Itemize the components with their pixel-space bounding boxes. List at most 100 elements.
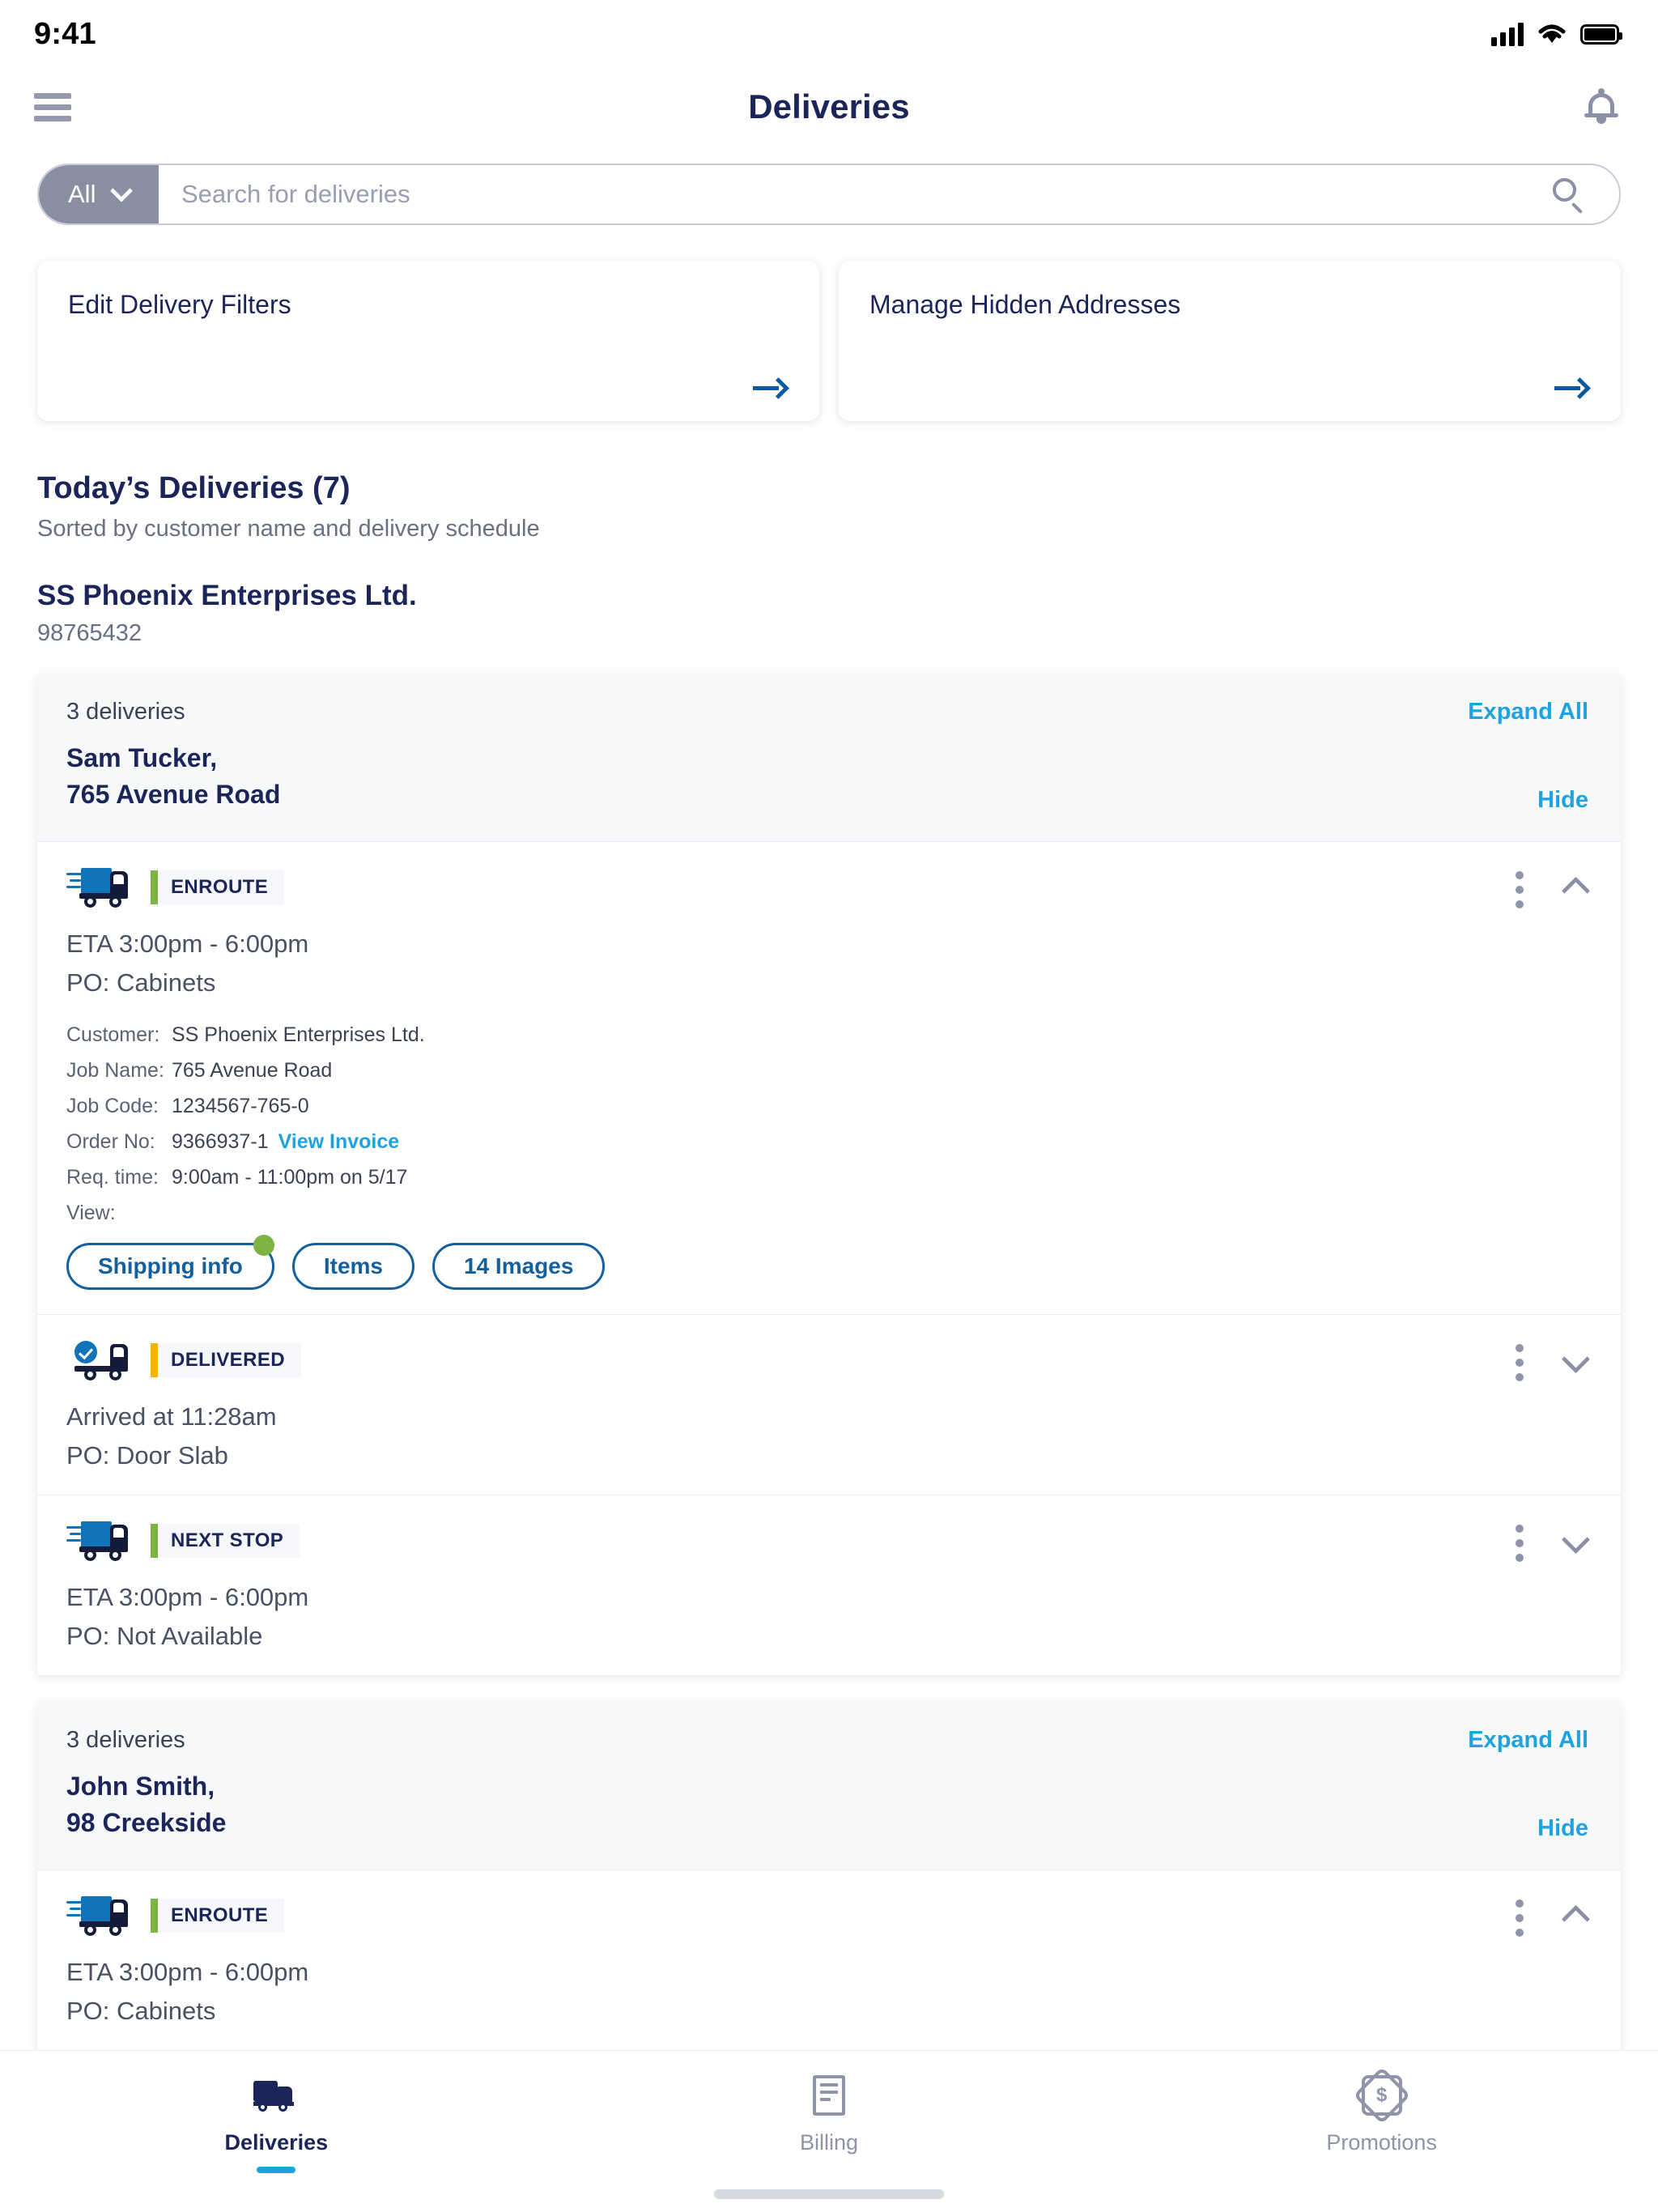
delivery-row[interactable]: ENROUTE ETA 3:00pm - 6:00pm PO: Cabinets… <box>37 842 1621 1315</box>
search-input[interactable] <box>159 165 1553 223</box>
notification-dot-icon <box>253 1235 274 1256</box>
view-invoice-link[interactable]: View Invoice <box>278 1130 400 1153</box>
detail-value: 9:00am - 11:00pm on 5/17 <box>172 1166 407 1189</box>
search-icon[interactable] <box>1553 165 1619 223</box>
customer-account-number: 98765432 <box>37 620 1621 647</box>
delivery-eta: ETA 3:00pm - 6:00pm <box>66 1958 1588 1987</box>
bell-icon[interactable] <box>1584 88 1619 125</box>
shipping-info-pill[interactable]: Shipping info <box>66 1243 274 1290</box>
dollar-badge-icon: $ <box>1362 2072 1402 2119</box>
bottom-tab-bar: Deliveries Billing $ Promotions <box>0 2050 1658 2212</box>
detail-row: Order No: 9366937-1 View Invoice <box>66 1130 1588 1154</box>
delivery-group-header: 3 deliveries Expand All Sam Tucker, 765 … <box>37 674 1621 842</box>
search-scope-label: All <box>68 180 96 209</box>
detail-label: View: <box>66 1202 172 1225</box>
chevron-down-icon[interactable] <box>1566 1351 1588 1374</box>
card-title: Edit Delivery Filters <box>68 290 789 320</box>
detail-row: Job Code: 1234567-765-0 <box>66 1095 1588 1118</box>
detail-value: 1234567-765-0 <box>172 1095 309 1118</box>
delivery-eta: ETA 3:00pm - 6:00pm <box>66 1583 1588 1612</box>
tab-label: Billing <box>800 2130 858 2155</box>
status-time: 9:41 <box>34 17 96 52</box>
edit-delivery-filters-card[interactable]: Edit Delivery Filters <box>37 261 819 421</box>
kebab-menu-icon[interactable] <box>1516 1899 1524 1937</box>
detail-row: Job Name: 765 Avenue Road <box>66 1059 1588 1083</box>
delivery-row[interactable]: DELIVERED Arrived at 11:28am PO: Door Sl… <box>37 1315 1621 1495</box>
chevron-down-icon <box>110 180 133 202</box>
chevron-up-icon[interactable] <box>1566 878 1588 901</box>
pill-label: 14 Images <box>464 1253 573 1279</box>
truck-loaded-icon <box>66 1895 133 1937</box>
kebab-menu-icon[interactable] <box>1516 1344 1524 1381</box>
delivery-count: 3 deliveries <box>66 1727 185 1754</box>
tab-billing[interactable]: Billing <box>553 2072 1106 2173</box>
tab-label: Promotions <box>1326 2130 1437 2155</box>
detail-row: View: <box>66 1202 1588 1225</box>
tab-deliveries[interactable]: Deliveries <box>0 2072 553 2173</box>
delivery-po: PO: Door Slab <box>66 1441 1588 1470</box>
app-header: Deliveries <box>0 68 1658 146</box>
search-section: All <box>0 146 1658 225</box>
expand-all-button[interactable]: Expand All <box>1468 1727 1588 1754</box>
status-badge: ENROUTE <box>151 870 284 904</box>
truck-loaded-icon <box>66 866 133 908</box>
status-badge: DELIVERED <box>151 1343 301 1377</box>
home-indicator <box>714 2189 944 2199</box>
detail-label: Job Code: <box>66 1095 172 1118</box>
status-badge-label: ENROUTE <box>158 1904 284 1927</box>
status-badge-label: ENROUTE <box>158 876 284 899</box>
status-badge: NEXT STOP <box>151 1524 300 1558</box>
wifi-icon <box>1537 23 1567 45</box>
chevron-down-icon[interactable] <box>1566 1532 1588 1555</box>
detail-row: Req. time: 9:00am - 11:00pm on 5/17 <box>66 1166 1588 1189</box>
kebab-menu-icon[interactable] <box>1516 871 1524 908</box>
section-title: Today’s Deliveries (7) <box>37 471 1621 506</box>
detail-row: Customer: SS Phoenix Enterprises Ltd. <box>66 1023 1588 1047</box>
tab-promotions[interactable]: $ Promotions <box>1105 2072 1658 2173</box>
delivery-po: PO: Cabinets <box>66 968 1588 998</box>
status-badge-label: NEXT STOP <box>158 1529 300 1552</box>
delivery-details: Customer: SS Phoenix Enterprises Ltd. Jo… <box>66 1023 1588 1225</box>
active-tab-indicator <box>1363 2167 1401 2173</box>
group-contact-name: Sam Tucker, <box>66 740 280 776</box>
delivery-row[interactable]: NEXT STOP ETA 3:00pm - 6:00pm PO: Not Av… <box>37 1495 1621 1675</box>
truck-delivered-icon <box>66 1339 133 1381</box>
delivery-po: PO: Not Available <box>66 1622 1588 1651</box>
arrow-right-icon <box>753 376 789 400</box>
delivery-group-header: 3 deliveries Expand All John Smith, 98 C… <box>37 1703 1621 1870</box>
group-address: Sam Tucker, 765 Avenue Road <box>66 740 280 814</box>
detail-label: Order No: <box>66 1130 172 1154</box>
card-title: Manage Hidden Addresses <box>869 290 1590 320</box>
arrow-right-icon <box>1554 376 1590 400</box>
section-header: Today’s Deliveries (7) Sorted by custome… <box>0 421 1658 542</box>
kebab-menu-icon[interactable] <box>1516 1525 1524 1562</box>
detail-value: 765 Avenue Road <box>172 1059 332 1083</box>
hide-button[interactable]: Hide <box>1537 787 1588 814</box>
hide-button[interactable]: Hide <box>1537 1815 1588 1842</box>
section-subtitle: Sorted by customer name and delivery sch… <box>37 516 1621 542</box>
manage-hidden-addresses-card[interactable]: Manage Hidden Addresses <box>839 261 1621 421</box>
group-street-address: 765 Avenue Road <box>66 776 280 813</box>
status-badge: ENROUTE <box>151 1899 284 1933</box>
chevron-up-icon[interactable] <box>1566 1907 1588 1929</box>
group-address: John Smith, 98 Creekside <box>66 1768 226 1842</box>
view-pills: Shipping info Items 14 Images <box>66 1243 1588 1290</box>
receipt-icon <box>813 2072 845 2119</box>
hamburger-icon[interactable] <box>34 87 71 127</box>
group-street-address: 98 Creekside <box>66 1805 226 1841</box>
items-pill[interactable]: Items <box>292 1243 414 1290</box>
detail-label: Req. time: <box>66 1166 172 1189</box>
search-scope-dropdown[interactable]: All <box>39 165 159 223</box>
delivery-arrival-time: Arrived at 11:28am <box>66 1402 1588 1431</box>
detail-value: 9366937-1 View Invoice <box>172 1130 399 1154</box>
expand-all-button[interactable]: Expand All <box>1468 699 1588 725</box>
status-bar: 9:41 <box>0 0 1658 68</box>
images-pill[interactable]: 14 Images <box>432 1243 605 1290</box>
order-number: 9366937-1 <box>172 1130 269 1153</box>
detail-label: Job Name: <box>66 1059 172 1083</box>
pill-label: Items <box>324 1253 383 1279</box>
pill-label: Shipping info <box>98 1253 243 1279</box>
active-tab-indicator <box>257 2167 295 2173</box>
customer-header: SS Phoenix Enterprises Ltd. 98765432 <box>0 542 1658 647</box>
quick-action-cards: Edit Delivery Filters Manage Hidden Addr… <box>0 225 1658 421</box>
